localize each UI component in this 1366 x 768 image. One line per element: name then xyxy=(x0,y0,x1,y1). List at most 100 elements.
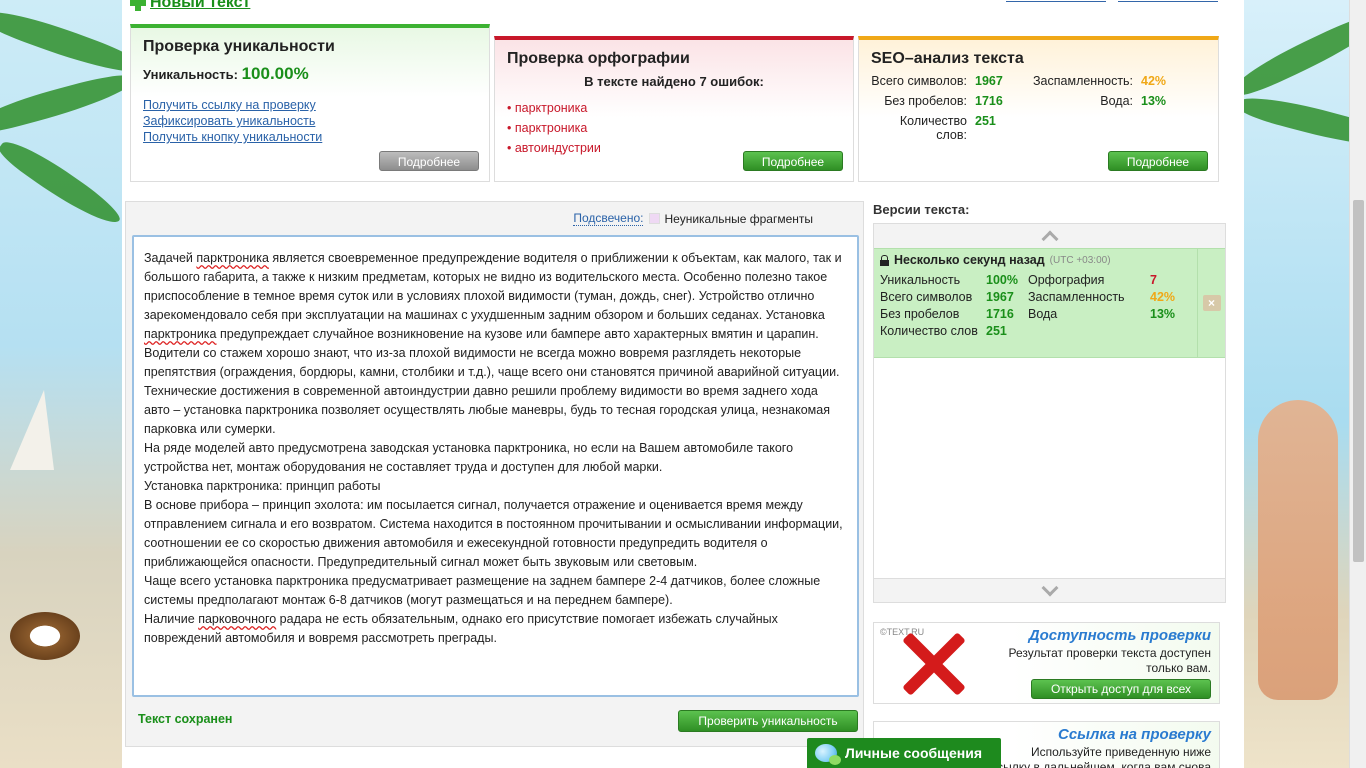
fix-uniqueness-link[interactable]: Зафиксировать уникальность xyxy=(143,114,477,128)
spelling-title: Проверка орфографии xyxy=(507,50,690,67)
spelling-error-item[interactable]: парктроника xyxy=(507,101,841,115)
spelling-error-list: парктроника парктроника автоиндустрии xyxy=(495,89,853,155)
version-water-label: Вода xyxy=(1028,307,1058,321)
seo-title: SEO–анализ текста xyxy=(871,50,1024,67)
seo-words-value: 251 xyxy=(975,114,996,128)
lock-icon xyxy=(880,254,889,266)
red-cross-icon xyxy=(900,629,966,699)
beach-background-right xyxy=(1228,0,1366,768)
save-status: Текст сохранен xyxy=(138,712,233,726)
uniqueness-links: Получить ссылку на проверку Зафиксироват… xyxy=(131,84,489,144)
uniqueness-title: Проверка уникальности xyxy=(143,38,335,55)
new-text-link[interactable]: Новый текст xyxy=(130,0,250,12)
get-check-link[interactable]: Получить ссылку на проверку xyxy=(143,98,477,112)
version-uniq-label: Уникальность xyxy=(880,273,961,287)
version-entry[interactable]: Несколько секунд назад (UTC +03:00) Уник… xyxy=(874,248,1225,358)
editor-paragraph: На ряде моделей авто предусмотрена завод… xyxy=(144,439,847,477)
seo-total-label: Всего символов: xyxy=(871,74,967,88)
editor-paragraph: Задачей парктроника является своевременн… xyxy=(144,249,847,344)
seo-more-button[interactable]: Подробнее xyxy=(1108,151,1208,171)
main-page: Новый текст Проверка уникальности Уникал… xyxy=(122,0,1244,768)
paragraph-text: Установка парктроника: принцип работы xyxy=(144,479,381,493)
spelling-error-item[interactable]: парктроника xyxy=(507,121,841,135)
uniqueness-value: 100.00% xyxy=(241,64,309,83)
access-title: Доступность проверки xyxy=(1028,627,1211,644)
top-link[interactable] xyxy=(1118,0,1218,2)
plus-icon xyxy=(130,0,146,11)
versions-title: Версии текста: xyxy=(873,202,970,217)
spelling-card: Проверка орфографии В тексте найдено 7 о… xyxy=(494,36,854,182)
chevron-down-icon xyxy=(1041,579,1058,596)
top-links xyxy=(1006,0,1218,2)
access-text: Результат проверки текста доступен тольк… xyxy=(1008,646,1211,675)
paragraph-text: На ряде моделей авто предусмотрена завод… xyxy=(144,441,794,474)
editor-panel: Подсвечено: Неуникальные фрагменты Задач… xyxy=(125,201,864,747)
versions-scroll-up-button[interactable] xyxy=(874,224,1225,248)
palm-leaf-decoration xyxy=(1235,88,1366,158)
misspelled-word[interactable]: парктроника xyxy=(144,327,217,341)
sailboat-decoration xyxy=(10,390,54,470)
versions-list: Несколько секунд назад (UTC +03:00) Уник… xyxy=(873,223,1226,603)
misspelled-word[interactable]: парковочного xyxy=(198,612,276,626)
spelling-subtitle: В тексте найдено 7 ошибок: xyxy=(584,74,764,89)
editor-paragraph: Технические достижения в современной авт… xyxy=(144,382,847,439)
paragraph-text: В основе прибора – принцип эхолота: им п… xyxy=(144,498,843,569)
version-time: Несколько секунд назад xyxy=(894,253,1045,267)
seo-words-label: Количество слов: xyxy=(899,114,967,142)
version-words-value: 251 xyxy=(986,324,1007,338)
get-uniqueness-button-link[interactable]: Получить кнопку уникальности xyxy=(143,130,477,144)
version-spell-value: 7 xyxy=(1150,273,1157,287)
spelling-more-button[interactable]: Подробнее xyxy=(743,151,843,171)
non-unique-legend-label: Неуникальные фрагменты xyxy=(664,211,813,226)
seo-spam-label: Заспамленность: xyxy=(1033,74,1134,88)
editor-paragraph: Наличие парковочного радара не есть обяз… xyxy=(144,610,847,648)
palm-leaf-decoration xyxy=(0,132,125,234)
page-scrollbar[interactable] xyxy=(1349,0,1366,768)
version-total-value: 1967 xyxy=(986,290,1014,304)
seo-card: SEO–анализ текста Всего символов: 1967 З… xyxy=(858,36,1219,182)
uniqueness-more-button[interactable]: Подробнее xyxy=(379,151,479,171)
messages-tab[interactable]: Личные сообщения xyxy=(807,738,1001,768)
seo-stats: Всего символов: 1967 Заспамленность: 42%… xyxy=(859,68,1218,142)
paragraph-text: Наличие xyxy=(144,612,199,626)
check-link-text: Используйте приведенную ниже ссылку в да… xyxy=(991,745,1211,768)
seo-nospace-label: Без пробелов: xyxy=(884,94,967,108)
paragraph-text: Задачей xyxy=(144,251,197,265)
version-nospace-value: 1716 xyxy=(986,307,1014,321)
seo-nospace-value: 1716 xyxy=(975,94,1003,108)
check-link-title: Ссылка на проверку xyxy=(1058,726,1211,743)
version-delete-area: × xyxy=(1197,249,1225,357)
version-header: Несколько секунд назад (UTC +03:00) xyxy=(880,253,1219,267)
delete-version-icon[interactable]: × xyxy=(1202,295,1221,311)
highlighted-toggle[interactable]: Подсвечено: xyxy=(573,211,644,226)
version-spam-value: 42% xyxy=(1150,290,1176,304)
chevron-up-icon xyxy=(1041,230,1058,248)
versions-scroll-down-button[interactable] xyxy=(874,578,1225,602)
text-editor[interactable]: Задачей парктроника является своевременн… xyxy=(132,235,859,697)
version-timezone: (UTC +03:00) xyxy=(1049,254,1111,266)
uniqueness-card: Проверка уникальности Уникальность: 100.… xyxy=(130,24,490,182)
scrollbar-thumb[interactable] xyxy=(1353,200,1364,562)
editor-paragraph: Чаще всего установка парктроника предусм… xyxy=(144,572,847,610)
open-access-button[interactable]: Открыть доступ для всех xyxy=(1031,679,1211,699)
non-unique-swatch xyxy=(649,213,661,224)
seo-water-label: Вода: xyxy=(1100,94,1133,108)
beach-figure-decoration xyxy=(1258,400,1338,700)
editor-paragraph: Водители со стажем хорошо знают, что из-… xyxy=(144,344,847,382)
coconut-decoration xyxy=(10,612,80,660)
editor-paragraph: Установка парктроника: принцип работы xyxy=(144,477,847,496)
messages-label: Личные сообщения xyxy=(845,745,983,761)
version-nospace-label: Без пробелов xyxy=(880,307,960,321)
version-total-label: Всего символов xyxy=(880,290,973,304)
uniqueness-label: Уникальность: xyxy=(143,67,238,82)
seo-water-value: 13% xyxy=(1141,94,1167,108)
version-spell-label: Орфография xyxy=(1028,273,1105,287)
top-link[interactable] xyxy=(1006,0,1106,2)
misspelled-word[interactable]: парктроника xyxy=(196,251,269,265)
beach-background-left xyxy=(0,0,150,768)
check-uniqueness-button[interactable]: Проверить уникальность xyxy=(678,710,858,732)
palm-leaf-decoration xyxy=(0,68,141,138)
paragraph-text: Технические достижения в современной авт… xyxy=(144,384,830,436)
paragraph-text: Водители со стажем хорошо знают, что из-… xyxy=(144,346,840,379)
version-uniq-value: 100% xyxy=(986,273,1018,287)
